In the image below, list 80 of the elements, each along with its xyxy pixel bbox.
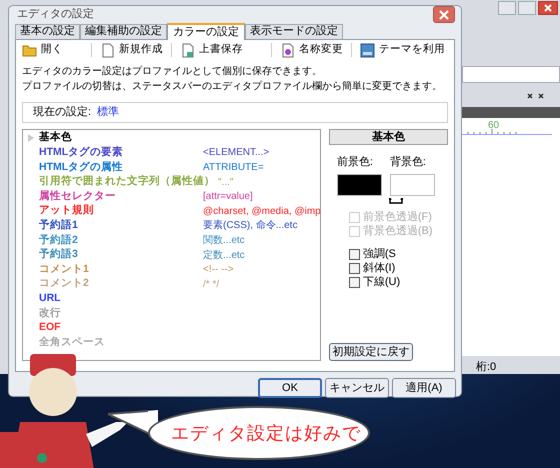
input-field[interactable] <box>462 66 560 83</box>
reset-button[interactable]: 初期設定に戻す <box>328 343 413 361</box>
item-label: コメント2 <box>39 276 90 292</box>
color-item-row[interactable]: HTMLタグの属性 ATTRIBUTE= <box>23 160 320 175</box>
tab[interactable]: カラーの設定 <box>167 23 245 40</box>
color-item-row[interactable]: 予約語2 関数...etc <box>23 233 320 248</box>
close-button[interactable] <box>433 6 455 23</box>
item-label: 全角スペース <box>39 334 106 350</box>
color-label: 前景色: <box>336 155 374 170</box>
item-label: 属性セレクター <box>39 188 117 204</box>
tab[interactable]: 基本の設定 <box>15 24 80 39</box>
swap-icon <box>388 198 403 206</box>
item-label: 予約語1 <box>39 218 79 233</box>
item-sample: ATTRIBUTE= <box>203 160 264 175</box>
toolbar-label: 上書保存 <box>199 42 243 58</box>
color-item-row[interactable]: 属性セレクター [attr=value] <box>23 189 320 204</box>
item-label: アット規則 <box>39 203 95 218</box>
toolbar-label: 新規作成 <box>119 42 163 58</box>
option-checkbox[interactable]: 斜体(I) <box>348 262 448 276</box>
selected-marker-icon <box>28 134 34 142</box>
current-setting-value: 標準 <box>97 105 120 120</box>
color-item-row[interactable]: URL <box>23 292 320 306</box>
item-sample: "..." <box>218 176 234 190</box>
item-sample: /* */ <box>203 278 220 292</box>
close-icon <box>439 10 449 20</box>
item-label: EOF <box>39 320 62 336</box>
color-label: 背景色: <box>390 154 427 170</box>
current-setting-label: 現在の設定: <box>33 104 92 120</box>
item-sample: <!-- --> <box>203 263 234 278</box>
item-label: 予約語3 <box>39 247 79 262</box>
description-text: プロファイルの切替は、ステータスバーのエディタプロファイル欄から簡単に変更できます。 <box>22 80 443 94</box>
color-item-row[interactable]: 予約語1 要素(CSS), 命令...etc <box>23 218 320 234</box>
toolbar-button[interactable]: 開く <box>22 42 63 58</box>
item-sample: [attr=value] <box>203 190 253 204</box>
item-label: HTMLタグの属性 <box>39 160 124 175</box>
page-icon <box>100 42 115 58</box>
rename-icon <box>280 42 295 58</box>
panel-header: 基本色 <box>328 129 448 145</box>
ruler-mark: 60 <box>488 119 500 133</box>
option-checkbox[interactable]: 強調(S <box>348 248 448 262</box>
toolbar-button[interactable]: 上書保存 <box>180 42 243 58</box>
tab[interactable]: 編集補助の設定 <box>80 24 167 39</box>
item-label: HTMLタグの要素 <box>39 145 124 160</box>
description-text: エディタのカラー設定はプロファイルとして個別に保存できます。 <box>22 64 323 79</box>
item-sample: 定数...etc <box>203 248 245 263</box>
minimize-button[interactable] <box>498 1 516 15</box>
color-item-row[interactable]: 基本色 <box>23 131 320 146</box>
toolbar-label: 名称変更 <box>299 42 343 58</box>
item-label: 改行 <box>39 306 62 321</box>
toolbar-button[interactable]: 新規作成 <box>100 42 163 58</box>
tab[interactable]: 表示モードの設定 <box>245 24 343 39</box>
bubble-text: エディタ設定は好みで <box>171 422 361 444</box>
item-label: 引用符で囲まれた文字列（属性値） <box>39 174 216 190</box>
color-item-row[interactable]: 予約語3 定数...etc <box>23 248 320 262</box>
foreground-color-swatch[interactable] <box>336 174 382 196</box>
dialog-button[interactable]: OK <box>258 378 322 398</box>
item-sample: <ELEMENT...> <box>203 146 270 160</box>
option-checkbox[interactable]: 下線(U) <box>348 276 448 290</box>
item-sample: 要素(CSS), 命令...etc <box>203 218 298 234</box>
column-status: 桁:0 <box>476 360 496 375</box>
save-icon <box>180 42 195 58</box>
dialog-button[interactable]: キャンセル <box>325 378 389 398</box>
dialog-button[interactable]: 適用(A) <box>392 378 456 398</box>
toolbar-button[interactable]: 名称変更 <box>280 42 343 58</box>
toolbar-button[interactable]: テーマを利用 <box>360 42 445 58</box>
folder-icon <box>22 42 37 58</box>
item-label: 基本色 <box>39 130 73 146</box>
toolbar-label: テーマを利用 <box>379 42 445 58</box>
theme-icon <box>360 42 375 58</box>
background-color-swatch[interactable] <box>390 174 435 196</box>
color-item-row[interactable]: EOF <box>23 320 320 336</box>
item-label: コメント1 <box>39 262 90 277</box>
item-sample: 関数...etc <box>203 234 245 248</box>
toolbar-label: 開く <box>41 42 63 58</box>
close-icon <box>544 4 552 12</box>
color-item-row[interactable]: HTMLタグの要素 <ELEMENT...> <box>23 146 320 160</box>
close-button[interactable] <box>538 1 558 15</box>
item-label: URL <box>39 290 62 306</box>
item-label: 予約語2 <box>39 232 79 248</box>
window-title: エディタの設定 <box>17 6 94 22</box>
